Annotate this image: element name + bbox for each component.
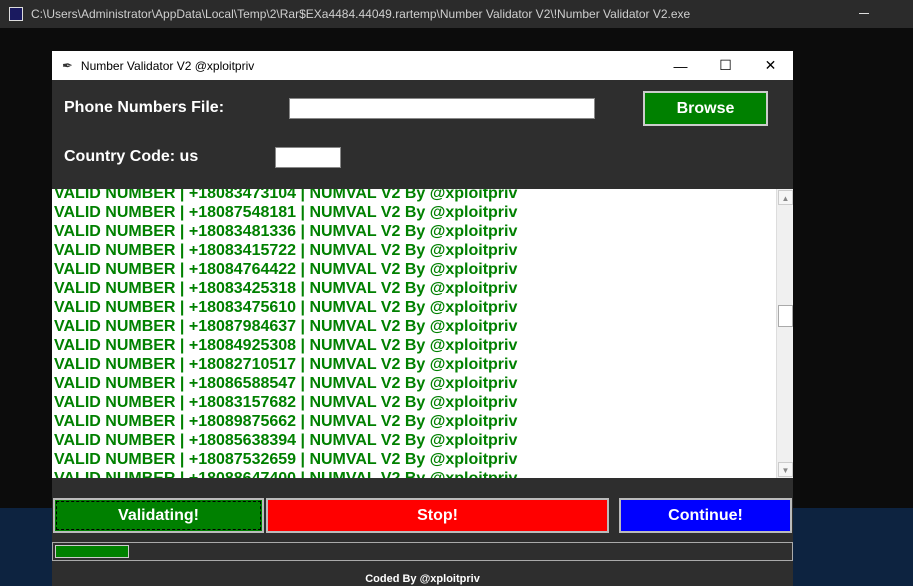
country-code-input[interactable] (275, 147, 341, 168)
footer-credit: Coded By @xploitpriv (365, 573, 480, 585)
file-label: Phone Numbers File: (64, 99, 225, 116)
desktop-background (0, 508, 52, 586)
log-row: VALID NUMBER | +18083481336 | NUMVAL V2 … (54, 223, 518, 240)
country-code-label: Country Code: us (64, 148, 199, 165)
validating-button[interactable]: Validating! (53, 498, 264, 533)
console-app-icon (9, 7, 23, 21)
feather-icon: ✒ (62, 57, 73, 73)
log-row: VALID NUMBER | +18082710517 | NUMVAL V2 … (54, 356, 518, 373)
log-row: VALID NUMBER | +18084764422 | NUMVAL V2 … (54, 261, 518, 278)
log-row: VALID NUMBER | +18084925308 | NUMVAL V2 … (54, 337, 518, 354)
app-window: ✒ Number Validator V2 @xploitpriv — ☐ ✕ … (52, 51, 793, 586)
log-row: VALID NUMBER | +18087548181 | NUMVAL V2 … (54, 204, 518, 221)
console-minimize-icon[interactable] (859, 13, 869, 14)
log-row: VALID NUMBER | +18083415722 | NUMVAL V2 … (54, 242, 518, 259)
log-row: VALID NUMBER | +18083475610 | NUMVAL V2 … (54, 299, 518, 316)
log-row: VALID NUMBER | +18085638394 | NUMVAL V2 … (54, 432, 518, 449)
log-row: VALID NUMBER | +18083473104 | NUMVAL V2 … (54, 189, 518, 202)
log-row: VALID NUMBER | +18083425318 | NUMVAL V2 … (54, 280, 518, 297)
results-log[interactable]: VALID NUMBER | +18083473104 | NUMVAL V2 … (52, 189, 793, 478)
log-row: VALID NUMBER | +18083157682 | NUMVAL V2 … (54, 394, 518, 411)
desktop-background (793, 508, 913, 586)
maximize-button[interactable]: ☐ (703, 51, 748, 80)
scrollbar-thumb[interactable] (778, 305, 793, 327)
continue-button[interactable]: Continue! (619, 498, 792, 533)
file-path-input[interactable] (289, 98, 595, 119)
close-button[interactable]: ✕ (748, 51, 793, 80)
log-row: VALID NUMBER | +18087532659 | NUMVAL V2 … (54, 451, 518, 468)
console-title-bar: C:\Users\Administrator\AppData\Local\Tem… (0, 0, 913, 28)
log-scrollbar[interactable]: ▲ ▼ (776, 189, 793, 478)
log-row: VALID NUMBER | +18086588547 | NUMVAL V2 … (54, 375, 518, 392)
scroll-down-icon[interactable]: ▼ (778, 462, 793, 477)
progress-fill (55, 545, 129, 558)
minimize-button[interactable]: — (658, 51, 703, 80)
progress-bar (52, 542, 793, 561)
log-row: VALID NUMBER | +18089875662 | NUMVAL V2 … (54, 413, 518, 430)
browse-button[interactable]: Browse (643, 91, 768, 126)
stop-button[interactable]: Stop! (266, 498, 609, 533)
log-row: VALID NUMBER | +18088647400 | NUMVAL V2 … (54, 469, 517, 478)
window-title-bar: ✒ Number Validator V2 @xploitpriv — ☐ ✕ (52, 51, 793, 80)
scroll-up-icon[interactable]: ▲ (778, 190, 793, 205)
console-title: C:\Users\Administrator\AppData\Local\Tem… (31, 7, 691, 21)
log-row: VALID NUMBER | +18087984637 | NUMVAL V2 … (54, 318, 518, 335)
window-title: Number Validator V2 @xploitpriv (80, 58, 255, 73)
